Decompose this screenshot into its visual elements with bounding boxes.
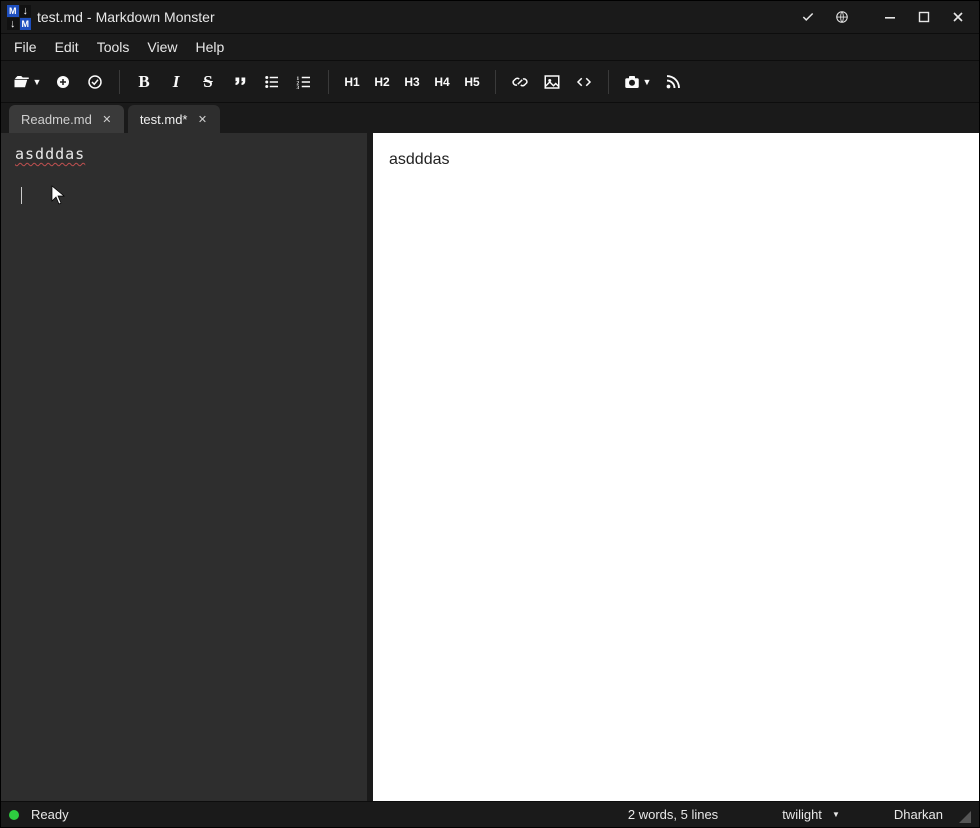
window-title-app: Markdown Monster <box>96 9 215 25</box>
tab-readme[interactable]: Readme.md ✕ <box>9 105 124 133</box>
toolbar-separator <box>328 70 329 94</box>
resize-grip[interactable] <box>955 807 971 823</box>
status-ready: Ready <box>31 807 69 822</box>
screenshot-button[interactable]: ▼ <box>619 68 655 96</box>
tab-label: test.md* <box>140 112 188 127</box>
text-cursor <box>21 187 22 204</box>
h4-button[interactable]: H4 <box>429 68 455 96</box>
titlebar: M↓↓M test.md - Markdown Monster <box>1 1 979 33</box>
toolbar: ▼ B I S 123 H1 H2 H3 H4 H5 <box>1 61 979 103</box>
toolbar-separator <box>608 70 609 94</box>
editor-theme-label: twilight <box>782 807 822 822</box>
editor-theme-selector[interactable]: twilight ▼ <box>782 807 840 822</box>
editor-pane[interactable]: asdddas <box>1 133 367 801</box>
dropdown-caret-icon: ▼ <box>832 810 840 819</box>
tab-close-icon[interactable]: ✕ <box>100 112 114 126</box>
menubar: File Edit Tools View Help <box>1 33 979 61</box>
app-icon: M↓↓M <box>7 5 31 29</box>
h2-button[interactable]: H2 <box>369 68 395 96</box>
close-button[interactable] <box>941 1 975 33</box>
tab-test[interactable]: test.md* ✕ <box>128 105 220 133</box>
statusbar: Ready 2 words, 5 lines twilight ▼ Dharka… <box>1 801 979 827</box>
menu-help[interactable]: Help <box>186 36 233 58</box>
ordered-list-button[interactable]: 123 <box>290 68 318 96</box>
preview-pane: asdddas <box>373 133 979 801</box>
toolbar-separator <box>495 70 496 94</box>
save-button[interactable] <box>81 68 109 96</box>
link-button[interactable] <box>506 68 534 96</box>
rss-button[interactable] <box>659 68 687 96</box>
tab-label: Readme.md <box>21 112 92 127</box>
italic-button[interactable]: I <box>162 68 190 96</box>
work-area: asdddas asdddas <box>1 133 979 801</box>
app-window: M↓↓M test.md - Markdown Monster File Edi… <box>0 0 980 828</box>
preview-content: asdddas <box>389 151 450 168</box>
window-title: test.md - Markdown Monster <box>37 9 215 25</box>
h3-button[interactable]: H3 <box>399 68 425 96</box>
editor-content: asdddas <box>15 145 85 163</box>
save-check-icon[interactable] <box>791 1 825 33</box>
blockquote-button[interactable] <box>226 68 254 96</box>
menu-file[interactable]: File <box>5 36 46 58</box>
minimize-button[interactable] <box>873 1 907 33</box>
maximize-button[interactable] <box>907 1 941 33</box>
svg-text:3: 3 <box>297 84 300 90</box>
status-stats: 2 words, 5 lines <box>628 807 718 822</box>
toolbar-separator <box>119 70 120 94</box>
unordered-list-button[interactable] <box>258 68 286 96</box>
image-button[interactable] <box>538 68 566 96</box>
bold-button[interactable]: B <box>130 68 158 96</box>
menu-view[interactable]: View <box>138 36 186 58</box>
new-file-button[interactable] <box>49 68 77 96</box>
code-button[interactable] <box>570 68 598 96</box>
globe-icon[interactable] <box>825 1 859 33</box>
menu-edit[interactable]: Edit <box>46 36 88 58</box>
h5-button[interactable]: H5 <box>459 68 485 96</box>
tab-close-icon[interactable]: ✕ <box>196 112 210 126</box>
strikethrough-button[interactable]: S <box>194 68 222 96</box>
tab-strip: Readme.md ✕ test.md* ✕ <box>1 103 979 133</box>
open-file-button[interactable]: ▼ <box>9 68 45 96</box>
window-title-sep: - <box>87 9 92 25</box>
mouse-cursor-icon <box>51 185 65 209</box>
window-title-file: test.md <box>37 9 83 25</box>
menu-tools[interactable]: Tools <box>88 36 139 58</box>
h1-button[interactable]: H1 <box>339 68 365 96</box>
preview-theme-selector[interactable]: Dharkan <box>894 807 943 822</box>
preview-theme-label: Dharkan <box>894 807 943 822</box>
status-indicator-icon <box>9 810 19 820</box>
